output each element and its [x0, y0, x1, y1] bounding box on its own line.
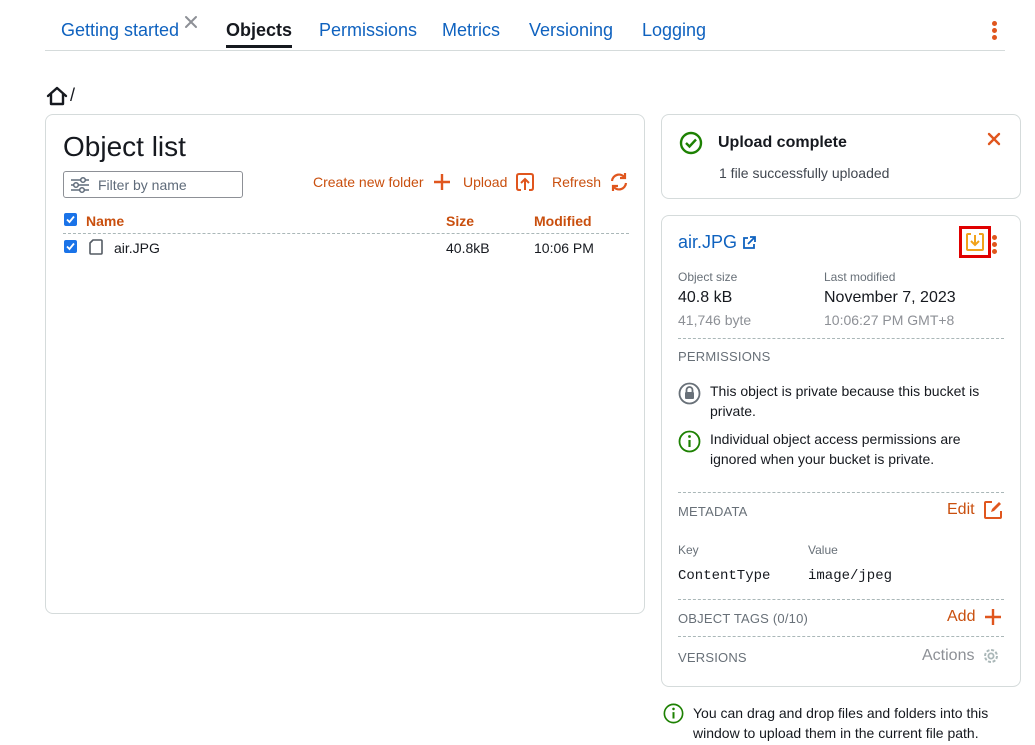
row-file-name[interactable]: air.JPG: [114, 240, 160, 256]
row-modified: 10:06 PM: [534, 240, 594, 256]
object-size-bytes: 41,746 byte: [678, 312, 752, 328]
refresh-icon: [609, 172, 629, 192]
close-icon[interactable]: [987, 132, 1001, 146]
edit-icon: [983, 500, 1003, 520]
add-tag-label: Add: [947, 608, 976, 625]
permission-ignored-note: Individual object access permissions are…: [678, 429, 998, 469]
tab-logging[interactable]: Logging: [642, 20, 706, 41]
plus-icon: [983, 607, 1003, 627]
add-tag-button[interactable]: Add: [947, 607, 1003, 627]
close-icon[interactable]: [184, 15, 198, 29]
metadata-edit-button[interactable]: Edit: [947, 500, 1003, 520]
upload-label: Upload: [463, 174, 508, 190]
tab-getting-started[interactable]: Getting started: [61, 20, 179, 41]
object-list-panel: Object list Create new folder Upload Ref…: [45, 114, 645, 614]
success-check-icon: [679, 131, 703, 155]
permission-private-note: This object is private because this buck…: [678, 381, 998, 421]
info-icon: [678, 430, 701, 469]
drag-drop-hint: You can drag and drop files and folders …: [663, 703, 1023, 743]
more-options-icon[interactable]: [991, 21, 999, 41]
permissions-heading: PERMISSIONS: [678, 349, 771, 364]
tab-permissions[interactable]: Permissions: [319, 20, 417, 41]
versions-actions-button[interactable]: Actions: [922, 647, 1000, 665]
column-header-modified[interactable]: Modified: [534, 213, 592, 229]
file-name: air.JPG: [678, 232, 738, 252]
metadata-edit-label: Edit: [947, 501, 975, 518]
download-icon: [965, 232, 985, 252]
object-tags-heading: OBJECT TAGS (0/10): [678, 611, 809, 626]
tab-objects[interactable]: Objects: [226, 20, 293, 48]
divider: [678, 599, 1004, 600]
file-name-link[interactable]: air.JPG: [678, 232, 756, 253]
column-header-size[interactable]: Size: [446, 213, 474, 229]
notification-title: Upload complete: [718, 134, 847, 151]
breadcrumb: /: [46, 85, 75, 106]
metadata-key: ContentType: [678, 568, 771, 584]
notification-message: 1 file successfully uploaded: [719, 165, 890, 181]
select-all-checkbox[interactable]: [64, 213, 77, 226]
drag-drop-text: You can drag and drop files and folders …: [693, 705, 989, 741]
tab-metrics[interactable]: Metrics: [442, 20, 500, 41]
divider: [678, 492, 1004, 493]
tab-versioning[interactable]: Versioning: [529, 20, 613, 41]
upload-icon: [515, 172, 535, 192]
create-folder-button[interactable]: Create new folder: [313, 172, 452, 192]
row-file-size: 40.8kB: [446, 240, 490, 256]
metadata-key-header: Key: [678, 543, 699, 557]
object-size-value: 40.8 kB: [678, 289, 733, 306]
versions-heading: VERSIONS: [678, 650, 747, 665]
refresh-label: Refresh: [552, 174, 602, 190]
row-checkbox[interactable]: [64, 240, 77, 253]
tab-bar: Getting started Objects Permissions Metr…: [45, 0, 1005, 51]
versions-actions-label: Actions: [922, 647, 975, 664]
permission-private-text: This object is private because this buck…: [710, 383, 980, 419]
breadcrumb-separator: /: [70, 85, 76, 105]
object-detail-panel: air.JPG Object size 40.8 kB 41,746 byte …: [661, 215, 1021, 687]
last-modified-label: Last modified: [824, 270, 896, 284]
filter-input[interactable]: [98, 176, 238, 193]
upload-notification: Upload complete 1 file successfully uplo…: [661, 114, 1021, 199]
filter-box[interactable]: [63, 171, 243, 198]
last-modified-time: 10:06:27 PM GMT+8: [824, 312, 955, 328]
last-modified-date: November 7, 2023: [824, 289, 956, 306]
refresh-button[interactable]: Refresh: [552, 172, 629, 192]
gear-icon: [982, 647, 1000, 665]
file-icon: [89, 239, 103, 255]
plus-icon: [432, 172, 452, 192]
permission-ignored-text: Individual object access permissions are…: [710, 431, 961, 467]
metadata-heading: METADATA: [678, 504, 748, 519]
more-options-icon[interactable]: [992, 235, 998, 254]
object-list-title: Object list: [63, 131, 186, 162]
metadata-value-header: Value: [808, 543, 838, 557]
divider: [678, 636, 1004, 637]
external-link-icon: [742, 235, 756, 250]
metadata-value: image/jpeg: [808, 568, 893, 584]
divider: [678, 338, 1004, 339]
info-icon: [663, 703, 684, 743]
upload-button[interactable]: Upload: [463, 172, 535, 192]
filter-icon: [70, 176, 90, 194]
lock-icon: [678, 382, 701, 421]
column-header-name[interactable]: Name: [86, 213, 124, 229]
home-icon[interactable]: [46, 86, 68, 106]
header-divider: [63, 233, 629, 234]
download-button[interactable]: [959, 226, 991, 258]
object-size-label: Object size: [678, 270, 738, 284]
create-folder-label: Create new folder: [313, 174, 424, 190]
